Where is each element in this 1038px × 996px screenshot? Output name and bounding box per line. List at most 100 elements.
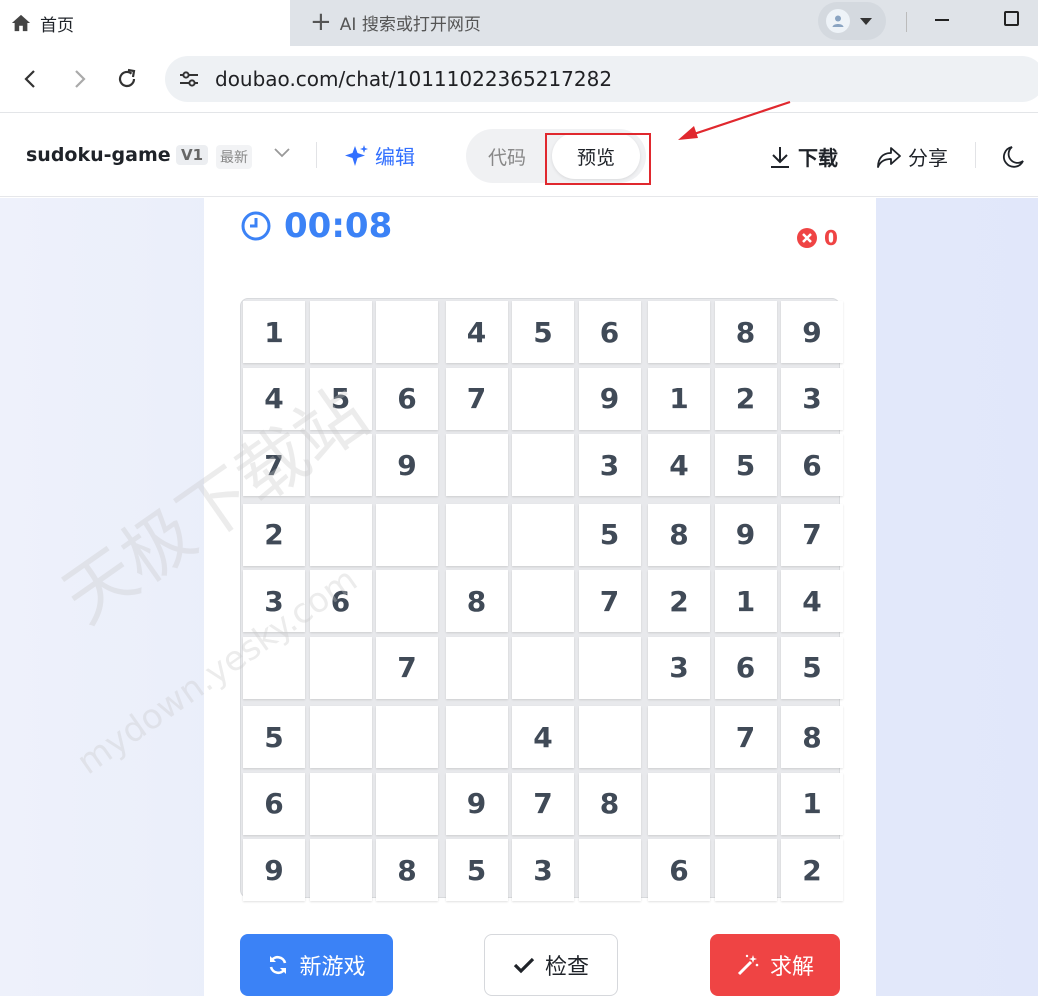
sudoku-cell[interactable] [376,772,438,835]
sudoku-cell[interactable] [512,503,574,566]
sudoku-cell[interactable] [445,503,508,566]
sudoku-cell[interactable]: 7 [445,367,508,430]
sudoku-cell[interactable]: 8 [445,570,508,632]
sudoku-cell[interactable] [512,636,574,699]
sudoku-cell[interactable] [512,434,574,496]
sudoku-cell[interactable]: 9 [445,772,508,835]
sudoku-cell[interactable]: 2 [714,367,777,430]
sudoku-cell[interactable] [445,434,508,496]
sudoku-cell[interactable] [309,772,372,835]
sudoku-cell[interactable] [309,434,372,496]
version-dropdown-icon[interactable] [273,147,291,159]
sudoku-cell[interactable] [309,301,372,363]
back-icon[interactable] [18,66,44,92]
sudoku-cell[interactable] [578,636,641,699]
sudoku-cell[interactable] [648,772,710,835]
sudoku-cell[interactable]: 7 [243,434,305,496]
sudoku-cell[interactable]: 9 [376,434,438,496]
sudoku-cell[interactable]: 1 [243,301,305,363]
sudoku-cell[interactable]: 1 [714,570,777,632]
sudoku-cell[interactable]: 4 [243,367,305,430]
share-button[interactable]: 分享 [876,142,948,171]
sudoku-cell[interactable] [376,503,438,566]
sudoku-cell[interactable]: 9 [243,839,305,901]
sudoku-cell[interactable]: 4 [781,570,843,632]
tab-home[interactable]: 首页 [0,0,290,46]
sudoku-cell[interactable] [714,772,777,835]
solve-button[interactable]: 求解 [710,934,840,996]
sudoku-cell[interactable] [445,636,508,699]
maximize-button[interactable] [1004,11,1019,26]
forward-icon[interactable] [66,66,92,92]
sudoku-cell[interactable]: 6 [243,772,305,835]
sudoku-cell[interactable] [578,706,641,768]
sudoku-cell[interactable]: 4 [445,301,508,363]
sudoku-cell[interactable]: 6 [578,301,641,363]
sudoku-cell[interactable] [445,706,508,768]
sudoku-cell[interactable]: 5 [714,434,777,496]
sudoku-cell[interactable] [512,570,574,632]
sudoku-cell[interactable] [512,367,574,430]
sudoku-cell[interactable]: 9 [578,367,641,430]
sudoku-cell[interactable]: 7 [714,706,777,768]
sudoku-cell[interactable]: 8 [648,503,710,566]
sudoku-cell[interactable]: 3 [512,839,574,901]
sudoku-cell[interactable]: 7 [578,570,641,632]
sudoku-cell[interactable]: 4 [648,434,710,496]
sudoku-cell[interactable]: 6 [376,367,438,430]
sudoku-cell[interactable] [243,636,305,699]
sudoku-cell[interactable] [376,570,438,632]
minimize-button[interactable] [935,19,949,21]
sudoku-cell[interactable]: 5 [309,367,372,430]
sudoku-cell[interactable]: 5 [578,503,641,566]
reload-icon[interactable] [114,66,140,92]
new-game-button[interactable]: 新游戏 [240,934,393,996]
sudoku-cell[interactable] [714,839,777,901]
address-bar[interactable]: doubao.com/chat/10111022365217282 [165,56,1038,102]
sudoku-cell[interactable]: 4 [512,706,574,768]
sudoku-cell[interactable]: 2 [648,570,710,632]
sudoku-cell[interactable] [648,706,710,768]
download-button[interactable]: 下载 [768,142,838,171]
sudoku-cell[interactable]: 5 [445,839,508,901]
sudoku-cell[interactable] [376,706,438,768]
sudoku-cell[interactable]: 8 [376,839,438,901]
moon-icon[interactable] [1002,144,1026,170]
sudoku-cell[interactable]: 6 [648,839,710,901]
sudoku-cell[interactable]: 2 [243,503,305,566]
profile-button[interactable] [818,2,886,40]
check-button[interactable]: 检查 [484,934,618,996]
sudoku-cell[interactable]: 1 [781,772,843,835]
sudoku-cell[interactable] [376,301,438,363]
sudoku-cell[interactable]: 3 [243,570,305,632]
sudoku-cell[interactable]: 3 [781,367,843,430]
sudoku-cell[interactable]: 6 [714,636,777,699]
sudoku-cell[interactable]: 6 [781,434,843,496]
sudoku-cell[interactable]: 9 [781,301,843,363]
sudoku-cell[interactable]: 8 [578,772,641,835]
tab-code[interactable]: 代码 [488,143,526,170]
sudoku-cell[interactable]: 3 [578,434,641,496]
sudoku-cell[interactable]: 5 [243,706,305,768]
sudoku-cell[interactable]: 8 [714,301,777,363]
sudoku-cell[interactable] [309,839,372,901]
sudoku-cell[interactable]: 5 [512,301,574,363]
sudoku-cell[interactable]: 7 [512,772,574,835]
sudoku-cell[interactable]: 2 [781,839,843,901]
sudoku-cell[interactable]: 5 [781,636,843,699]
edit-button[interactable]: 编辑 [345,141,415,170]
sudoku-cell[interactable]: 1 [648,367,710,430]
sudoku-cell[interactable] [578,839,641,901]
sudoku-cell[interactable]: 7 [376,636,438,699]
sudoku-cell[interactable] [648,301,710,363]
sudoku-cell[interactable]: 6 [309,570,372,632]
new-tab-button[interactable]: + AI 搜索或打开网页 [310,8,481,36]
sudoku-cell[interactable]: 3 [648,636,710,699]
sudoku-cell[interactable] [309,503,372,566]
sudoku-cell[interactable]: 7 [781,503,843,566]
sudoku-cell[interactable]: 9 [714,503,777,566]
tune-icon[interactable] [177,67,201,91]
sudoku-cell[interactable] [309,636,372,699]
sudoku-cell[interactable] [309,706,372,768]
sudoku-cell[interactable]: 8 [781,706,843,768]
